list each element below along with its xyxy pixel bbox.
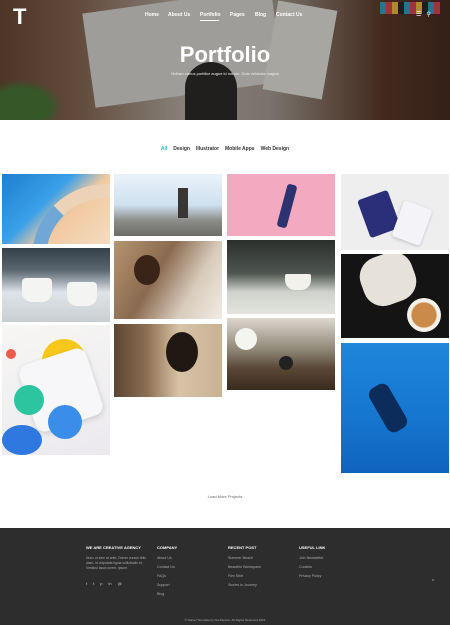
page: T Home About Us Portfolio Pages Blog Con…: [0, 0, 450, 625]
shape-blue-circle: [48, 405, 82, 439]
portfolio-item-mobile-app[interactable]: [2, 325, 110, 455]
nav-portfolio[interactable]: Portfolio: [200, 12, 221, 18]
footer-link[interactable]: Contact Us: [157, 565, 177, 569]
portfolio-item-cafe-table[interactable]: [227, 318, 335, 390]
nav-blog[interactable]: Blog: [255, 12, 266, 18]
instagram-icon[interactable]: @: [118, 581, 122, 586]
footer: WE ARE CREATIVE AGENCY Nunc ut sem at an…: [0, 528, 450, 625]
search-icon[interactable]: ⚲: [426, 11, 430, 18]
footer-link[interactable]: Blog: [157, 592, 177, 596]
footer-about-text: Nunc ut sem at ante, Donec cursus felis …: [86, 556, 146, 570]
portfolio-item-pink-illustration[interactable]: [227, 174, 335, 236]
shape-green-circle: [14, 385, 44, 415]
footer-link[interactable]: Privacy Policy: [299, 574, 325, 578]
footer-link[interactable]: Beautiful Workspace: [228, 565, 261, 569]
footer-recent-post-title: RECENT POST: [228, 545, 257, 550]
menu-icon[interactable]: ☰: [416, 11, 421, 18]
footer-link[interactable]: Summer Beach: [228, 556, 261, 560]
linkedin-icon[interactable]: in: [108, 581, 111, 586]
portfolio-item-blue-illustration[interactable]: [341, 343, 449, 473]
portfolio-item-woman-cafe[interactable]: [114, 241, 222, 319]
nav-contact-us[interactable]: Contact Us: [276, 12, 302, 18]
footer-link[interactable]: Join Newsletter: [299, 556, 325, 560]
footer-link[interactable]: Support: [157, 583, 177, 587]
nav-pages[interactable]: Pages: [230, 12, 245, 18]
footer-link[interactable]: Stories in Journey: [228, 583, 261, 587]
filter-web-design[interactable]: Web Design: [261, 146, 290, 152]
portfolio-item-coffee-beans[interactable]: [341, 254, 449, 338]
page-title: Portfolio: [179, 42, 271, 67]
portfolio-item-woman-coffee[interactable]: [114, 324, 222, 397]
back-to-top-button[interactable]: ^: [432, 579, 434, 585]
hero-banner: T Home About Us Portfolio Pages Blog Con…: [0, 0, 450, 120]
footer-about: WE ARE CREATIVE AGENCY Nunc ut sem at an…: [86, 545, 148, 586]
shape-red-dot: [6, 349, 16, 359]
footer-company-title: COMPANY: [157, 545, 178, 550]
filter-mobile-apps[interactable]: Mobile Apps: [225, 146, 255, 152]
footer-link[interactable]: Cookies: [299, 565, 325, 569]
portfolio-item-business-cards[interactable]: [341, 174, 449, 250]
portfolio-item-architecture[interactable]: [2, 174, 110, 244]
page-subtitle: Nullam varius porttitor augue id rutrum.…: [171, 71, 279, 76]
nav-active-indicator: [200, 20, 219, 21]
footer-recent-post: RECENT POST Summer Beach Beautiful Works…: [228, 545, 261, 592]
portfolio-item-coffee-steam[interactable]: [2, 248, 110, 322]
load-more-link[interactable]: Load More Projects: [0, 494, 450, 499]
site-logo[interactable]: T: [13, 6, 35, 28]
footer-link[interactable]: About Us: [157, 556, 177, 560]
footer-useful-link-title: USEFUL LINK: [299, 545, 326, 550]
portfolio-item-street[interactable]: [114, 174, 222, 236]
copyright-text: © Starter Template by DuckSports. All Ri…: [184, 618, 266, 622]
social-links: f t p in @: [86, 581, 148, 586]
footer-link[interactable]: FAQs: [157, 574, 177, 578]
card-mockup-light: [391, 200, 433, 246]
footer-useful-link: USEFUL LINK Join Newsletter Cookies Priv…: [299, 545, 325, 583]
footer-company: COMPANY About Us Contact Us FAQs Support…: [157, 545, 177, 601]
footer-about-title: WE ARE CREATIVE AGENCY: [86, 545, 141, 550]
filter-illustrator[interactable]: Illustrator: [196, 146, 219, 152]
shape-blue-blob: [2, 425, 42, 455]
nav-about-us[interactable]: About Us: [168, 12, 190, 18]
portfolio-filters: All Design Illustrator Mobile Apps Web D…: [0, 146, 450, 152]
portfolio-item-coffee-cup[interactable]: [227, 240, 335, 314]
filter-all[interactable]: All: [161, 146, 167, 152]
twitter-icon[interactable]: t: [93, 581, 94, 586]
facebook-icon[interactable]: f: [86, 581, 87, 586]
footer-link[interactable]: Flex Shirt: [228, 574, 261, 578]
pinterest-icon[interactable]: p: [100, 581, 102, 586]
filter-design[interactable]: Design: [173, 146, 190, 152]
header-icons: ☰ ⚲: [416, 11, 431, 18]
nav-home[interactable]: Home: [145, 12, 159, 18]
